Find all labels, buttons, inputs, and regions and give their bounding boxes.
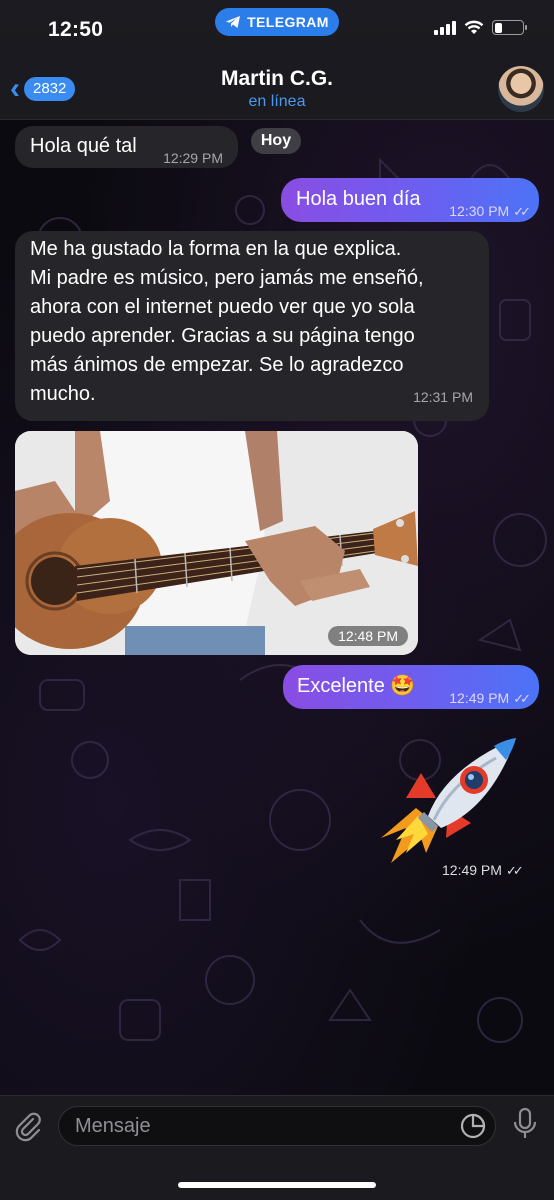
rocket-icon [381, 738, 516, 863]
message-text: Hola buen día [296, 188, 421, 210]
status-time: 12:50 [48, 18, 104, 41]
message-time-value: 12:49 PM [449, 690, 510, 706]
status-icons [434, 20, 527, 35]
home-indicator [178, 1182, 376, 1188]
read-ticks-icon: ✓✓ [513, 204, 531, 219]
message-time: 12:30 PM ✓✓ [449, 197, 531, 226]
photo-message[interactable]: 12:48 PM [15, 431, 418, 655]
wifi-icon [464, 20, 484, 34]
message-time: 12:31 PM [413, 389, 473, 405]
battery-level [494, 22, 503, 33]
message-line: ahora con el internet puedo ver que yo s… [30, 296, 415, 318]
message-incoming[interactable]: Me ha gustado la forma en la que explica… [15, 231, 489, 421]
message-time-value: 12:49 PM [442, 862, 502, 878]
read-ticks-icon: ✓✓ [513, 691, 531, 706]
message-line: Mi padre es músico, pero jamás me enseñó… [30, 267, 424, 289]
app-pill-label: TELEGRAM [247, 14, 329, 30]
message-line: puedo aprender. Gracias a su página teng… [30, 325, 415, 347]
message-input[interactable]: Mensaje [58, 1106, 496, 1146]
contact-name[interactable]: Martin C.G. [0, 67, 554, 91]
message-text: Excelente 🤩 [297, 675, 416, 697]
message-line: Me ha gustado la forma en la que explica… [30, 238, 402, 260]
date-separator: Hoy [251, 128, 301, 154]
guitar-photo [15, 431, 418, 655]
message-time: 12:29 PM [163, 150, 223, 166]
message-outgoing[interactable]: Hola buen día 12:30 PM ✓✓ [281, 178, 539, 222]
read-ticks-icon: ✓✓ [505, 863, 524, 878]
return-to-telegram-pill[interactable]: TELEGRAM [215, 8, 339, 36]
cellular-signal-icon [434, 20, 456, 35]
message-time: 12:49 PM ✓✓ [449, 684, 531, 713]
message-line: más ánimos de empezar. Se lo agradezco [30, 354, 404, 376]
microphone-icon[interactable] [510, 1106, 540, 1142]
top-bar: 12:50 TELEGRAM ‹ 2832 Martin C.G. en lín… [0, 0, 554, 120]
telegram-plane-icon [226, 16, 241, 28]
message-incoming[interactable]: Hola qué tal 12:29 PM [15, 126, 238, 168]
message-text: Hola qué tal [30, 135, 137, 157]
message-outgoing[interactable]: Excelente 🤩 12:49 PM ✓✓ [283, 665, 539, 709]
message-time: 12:49 PM ✓✓ [442, 862, 524, 879]
avatar[interactable] [498, 66, 544, 112]
contact-status: en línea [248, 93, 306, 110]
rocket-sticker[interactable] [376, 728, 526, 868]
message-time-value: 12:30 PM [449, 203, 510, 219]
paperclip-icon[interactable] [12, 1110, 44, 1142]
battery-icon [492, 20, 527, 35]
sticker-icon[interactable] [458, 1111, 488, 1141]
message-time: 12:48 PM [328, 626, 408, 646]
